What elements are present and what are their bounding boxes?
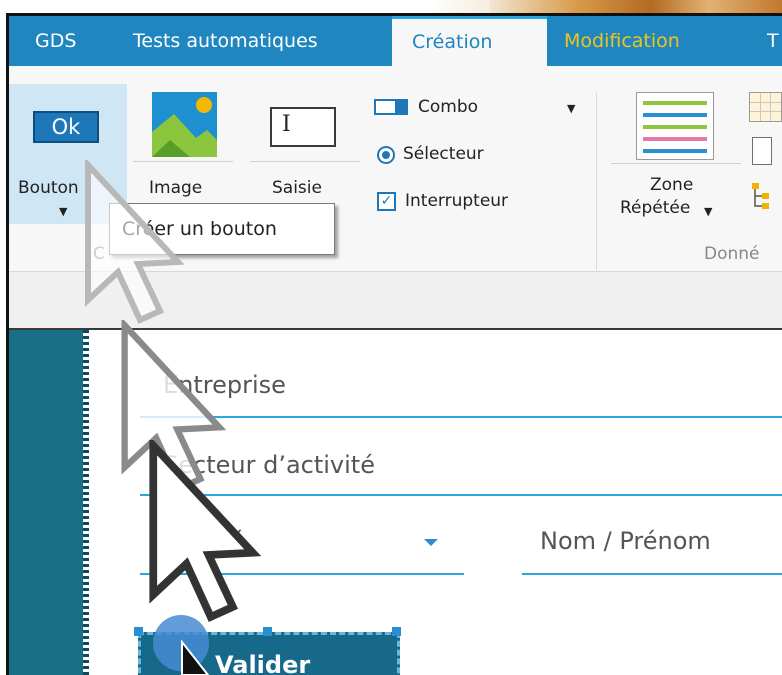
window-border bbox=[6, 13, 782, 675]
screenshot-frame: GDS Tests automatiques Création Modifica… bbox=[0, 0, 782, 675]
